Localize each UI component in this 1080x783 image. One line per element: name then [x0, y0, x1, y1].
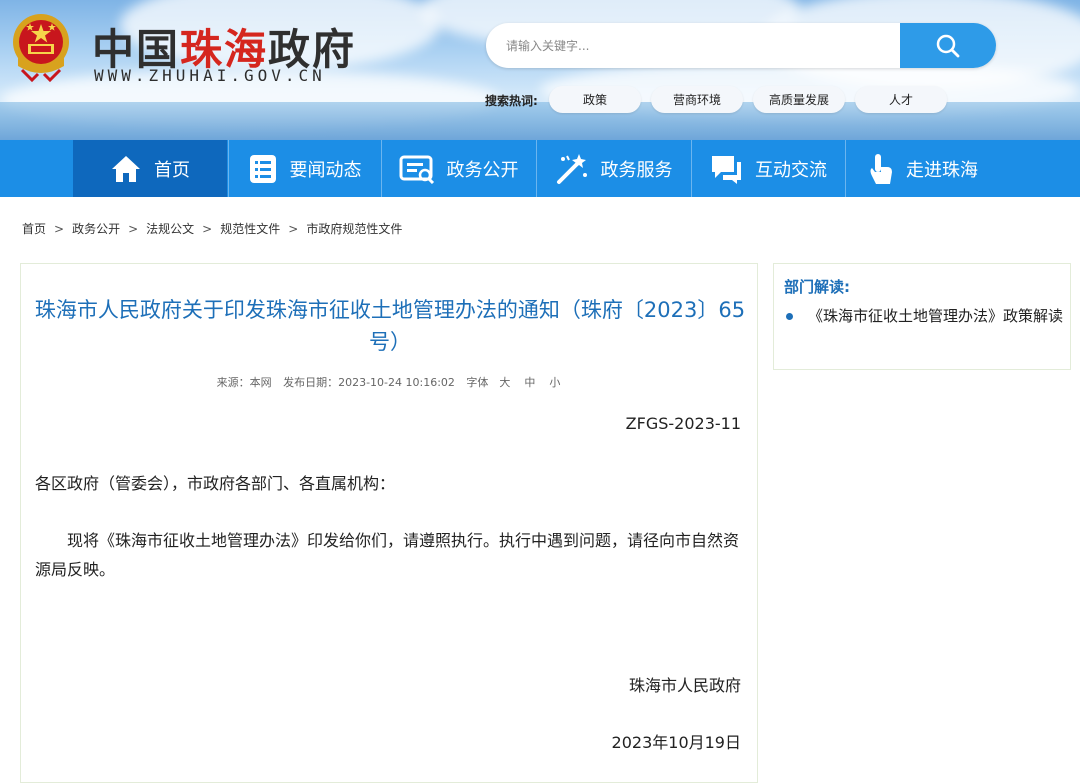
nav-item-gov-affairs-open[interactable]: 政务公开: [382, 140, 535, 197]
nav-item-interaction[interactable]: 互动交流: [692, 140, 844, 197]
search-box: [486, 23, 996, 68]
article-signed-date: 2023年10月19日: [611, 733, 741, 752]
article-salutation: 各区政府（管委会），市政府各部门、各直属机构：: [35, 474, 396, 493]
nav-label-gov-services: 政务服务: [600, 159, 673, 181]
sidebar-title: 部门解读:: [784, 278, 850, 296]
font-size-large-button[interactable]: 大: [499, 376, 510, 389]
breadcrumb: 首页 > 政务公开 > 法规公文 > 规范性文件 > 市政府规范性文件: [22, 220, 402, 237]
search-button[interactable]: [900, 23, 996, 68]
nav-item-home[interactable]: 首页: [73, 140, 227, 197]
news-list-icon: [249, 154, 276, 183]
breadcrumb-regulations[interactable]: 法规公文: [146, 220, 194, 237]
hot-tag-business-environment[interactable]: 营商环境: [651, 86, 743, 113]
breadcrumb-separator-icon: >: [54, 221, 65, 236]
article-body: 现将《珠海市征收土地管理办法》印发给你们，请遵照执行。执行中遇到问题，请径向市自…: [35, 531, 740, 579]
site-header: 中国珠海政府 WWW.ZHUHAI.GOV.CN 搜索热词: 政策 营商环境 高…: [0, 0, 1080, 140]
font-size-small-button[interactable]: 小: [549, 376, 560, 389]
bullet-icon: [786, 313, 793, 320]
hot-search-label: 搜索热词:: [485, 94, 538, 108]
search-input[interactable]: [486, 23, 900, 68]
nav-label-home: 首页: [154, 159, 190, 181]
document-icon: [399, 155, 434, 184]
chat-icon: [712, 155, 741, 184]
nav-label-interaction: 互动交流: [755, 159, 827, 181]
font-size-medium-button[interactable]: 中: [524, 376, 535, 389]
font-size-label: 字体: [466, 376, 489, 389]
hot-tag-high-quality-development[interactable]: 高质量发展: [753, 86, 845, 113]
nav-item-news[interactable]: 要闻动态: [229, 140, 380, 197]
nav-label-about-zhuhai: 走进珠海: [906, 159, 978, 181]
site-domain: WWW.ZHUHAI.GOV.CN: [94, 66, 326, 85]
breadcrumb-normative-documents[interactable]: 规范性文件: [220, 220, 280, 237]
sidebar-item-policy-interpretation[interactable]: 《珠海市征收土地管理办法》政策解读: [784, 302, 1064, 331]
department-interpretation-panel: 部门解读: 《珠海市征收土地管理办法》政策解读: [773, 263, 1071, 370]
breadcrumb-municipal-normative-documents[interactable]: 市政府规范性文件: [306, 220, 402, 237]
breadcrumb-separator-icon: >: [128, 221, 139, 236]
hot-tag-talent[interactable]: 人才: [855, 86, 947, 113]
article-source: 来源：本网: [216, 376, 272, 389]
article-signature: 珠海市人民政府: [628, 676, 741, 695]
breadcrumb-separator-icon: >: [202, 221, 213, 236]
article-panel: 珠海市人民政府关于印发珠海市征收土地管理办法的通知（珠府〔2023〕65号） 来…: [20, 263, 758, 783]
magic-wand-icon: [556, 153, 587, 184]
sidebar-item-label: 《珠海市征收土地管理办法》政策解读: [808, 307, 1064, 325]
article-meta: 来源：本网 发布日期：2023-10-24 10:16:02 字体大 中 小: [21, 374, 759, 390]
article-title: 珠海市人民政府关于印发珠海市征收土地管理办法的通知（珠府〔2023〕65号）: [34, 298, 746, 354]
nav-item-gov-services[interactable]: 政务服务: [537, 140, 690, 197]
nav-label-news: 要闻动态: [289, 159, 362, 181]
national-emblem-icon: [13, 14, 69, 82]
document-number: ZFGS-2023-11: [625, 414, 741, 433]
hot-tag-policy[interactable]: 政策: [549, 86, 641, 113]
nav-item-about-zhuhai[interactable]: 走进珠海: [846, 140, 998, 197]
nav-label-gov-affairs-open: 政务公开: [446, 159, 519, 181]
hand-pointer-icon: [870, 153, 892, 184]
home-icon: [112, 155, 140, 182]
main-nav: 首页 要闻动态 政务公开 政务服务 互动交流 走进珠海: [0, 140, 1080, 197]
breadcrumb-separator-icon: >: [288, 221, 299, 236]
article-publish-date: 发布日期：2023-10-24 10:16:02: [283, 376, 455, 389]
search-icon: [936, 34, 960, 57]
breadcrumb-gov-affairs-open[interactable]: 政务公开: [72, 220, 120, 237]
breadcrumb-home[interactable]: 首页: [22, 220, 46, 237]
